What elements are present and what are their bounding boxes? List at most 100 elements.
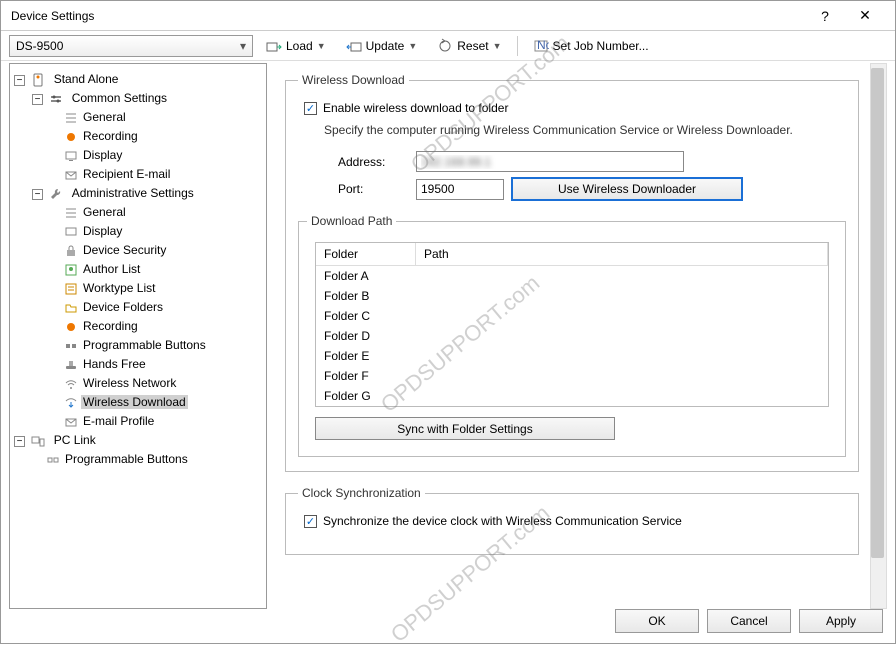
reset-icon: [437, 38, 453, 54]
update-button[interactable]: Update▼: [339, 35, 425, 57]
download-path-table[interactable]: Folder Path Folder AFolder BFolder CFold…: [315, 242, 829, 407]
expand-toggle[interactable]: −: [14, 75, 25, 86]
path-cell: [416, 306, 828, 326]
standalone-icon: [30, 72, 46, 88]
folder-cell: Folder B: [316, 286, 416, 306]
table-row[interactable]: Folder F: [316, 366, 828, 386]
common-settings-icon: [48, 91, 64, 107]
scrollbar[interactable]: [870, 63, 887, 609]
author-icon: [63, 262, 79, 278]
list-icon: [63, 205, 79, 221]
tree-admin-recording[interactable]: Recording: [81, 319, 140, 333]
clock-sync-legend: Clock Synchronization: [298, 486, 425, 500]
folder-cell: Folder C: [316, 306, 416, 326]
tree-pclink-progbtn[interactable]: Programmable Buttons: [63, 452, 190, 466]
display-icon: [63, 148, 79, 164]
expand-toggle[interactable]: −: [32, 94, 43, 105]
toolbar-separator: [517, 36, 518, 56]
folder-cell: Folder F: [316, 366, 416, 386]
email-icon: [63, 414, 79, 430]
enable-wireless-checkbox[interactable]: ✓: [304, 102, 317, 115]
device-select-value: DS-9500: [16, 39, 63, 53]
wireless-download-legend: Wireless Download: [298, 73, 409, 87]
table-row[interactable]: Folder G: [316, 386, 828, 406]
table-row[interactable]: Folder D: [316, 326, 828, 346]
window-title: Device Settings: [11, 9, 805, 23]
use-wireless-downloader-button[interactable]: Use Wireless Downloader: [512, 178, 742, 200]
path-cell: [416, 346, 828, 366]
tree-common-email[interactable]: Recipient E-mail: [81, 167, 172, 181]
handsfree-icon: [63, 357, 79, 373]
table-row[interactable]: Folder C: [316, 306, 828, 326]
port-input[interactable]: [416, 179, 504, 200]
folder-cell: Folder D: [316, 326, 416, 346]
col-path-header: Path: [416, 243, 828, 265]
list-icon: [63, 110, 79, 126]
tree-standalone[interactable]: Stand Alone: [52, 72, 121, 86]
pclink-icon: [30, 433, 46, 449]
table-row[interactable]: Folder E: [316, 346, 828, 366]
buttons-icon: [45, 452, 61, 468]
help-button[interactable]: ?: [805, 8, 845, 24]
tree-admin-author[interactable]: Author List: [81, 262, 142, 276]
port-label: Port:: [338, 182, 408, 196]
tree-admin-general[interactable]: General: [81, 205, 128, 219]
tree-admin-security[interactable]: Device Security: [81, 243, 168, 257]
email-icon: [63, 167, 79, 183]
tree-pclink[interactable]: PC Link: [52, 433, 98, 447]
close-button[interactable]: ✕: [845, 7, 885, 24]
tree-common-display[interactable]: Display: [81, 148, 124, 162]
job-number-icon: No: [533, 38, 549, 54]
tree-common-general[interactable]: General: [81, 110, 128, 124]
clock-sync-group: Clock Synchronization ✓ Synchronize the …: [285, 486, 859, 555]
apply-button[interactable]: Apply: [799, 609, 883, 633]
address-input[interactable]: [416, 151, 684, 172]
download-path-group: Download Path Folder Path Folder AFolder…: [298, 214, 846, 457]
folder-icon: [63, 300, 79, 316]
reset-button[interactable]: Reset▼: [430, 35, 508, 57]
worktype-icon: [63, 281, 79, 297]
wireless-download-group: Wireless Download ✓ Enable wireless down…: [285, 73, 859, 472]
expand-toggle[interactable]: −: [14, 436, 25, 447]
reset-label: Reset: [457, 39, 488, 53]
tree-admin-handsfree[interactable]: Hands Free: [81, 357, 148, 371]
tree-admin-worktype[interactable]: Worktype List: [81, 281, 157, 295]
address-label: Address:: [338, 155, 408, 169]
wifi-icon: [63, 376, 79, 392]
table-row[interactable]: Folder A: [316, 266, 828, 286]
load-icon: [266, 38, 282, 54]
table-row[interactable]: Folder B: [316, 286, 828, 306]
set-job-number-button[interactable]: No Set Job Number...: [526, 35, 656, 57]
tree-admin-settings[interactable]: Administrative Settings: [70, 186, 196, 200]
scrollbar-thumb[interactable]: [871, 68, 884, 558]
expand-toggle[interactable]: −: [32, 189, 43, 200]
folder-cell: Folder E: [316, 346, 416, 366]
display-icon: [63, 224, 79, 240]
tree-common-settings[interactable]: Common Settings: [70, 91, 169, 105]
wireless-desc: Specify the computer running Wireless Co…: [324, 123, 846, 137]
cancel-button[interactable]: Cancel: [707, 609, 791, 633]
tree-admin-folders[interactable]: Device Folders: [81, 300, 165, 314]
ok-button[interactable]: OK: [615, 609, 699, 633]
tree-admin-display[interactable]: Display: [81, 224, 124, 238]
path-cell: [416, 286, 828, 306]
sync-folder-settings-button[interactable]: Sync with Folder Settings: [315, 417, 615, 440]
tree-admin-wdown[interactable]: Wireless Download: [81, 395, 188, 409]
device-select[interactable]: DS-9500: [9, 35, 253, 57]
title-bar: Device Settings ? ✕: [1, 1, 895, 31]
tree-admin-wnet[interactable]: Wireless Network: [81, 376, 178, 390]
tree-pane: − Stand Alone − Common Settings General …: [9, 63, 267, 609]
wifi-download-icon: [63, 395, 79, 411]
path-cell: [416, 366, 828, 386]
tree-common-recording[interactable]: Recording: [81, 129, 140, 143]
path-cell: [416, 386, 828, 406]
update-icon: [346, 38, 362, 54]
tree-admin-eprofile[interactable]: E-mail Profile: [81, 414, 156, 428]
buttons-icon: [63, 338, 79, 354]
clock-sync-checkbox[interactable]: ✓: [304, 515, 317, 528]
load-button[interactable]: Load▼: [259, 35, 333, 57]
tree-admin-progbtn[interactable]: Programmable Buttons: [81, 338, 208, 352]
table-header: Folder Path: [316, 243, 828, 266]
dialog-buttons: OK Cancel Apply: [615, 609, 883, 633]
wrench-icon: [48, 186, 64, 202]
